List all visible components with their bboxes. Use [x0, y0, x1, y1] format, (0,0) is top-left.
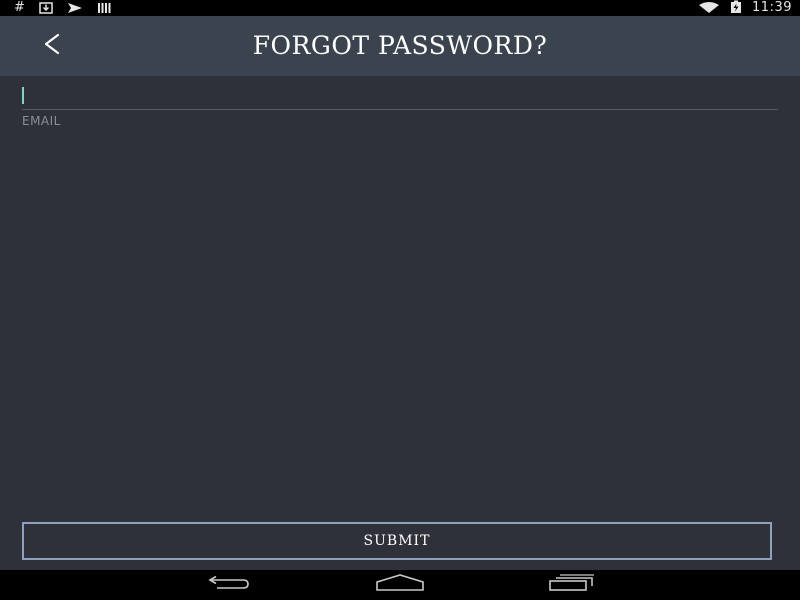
home-nav-button[interactable]	[370, 573, 430, 597]
page-title: FORGOT PASSWORD?	[252, 31, 548, 60]
back-nav-icon	[205, 575, 251, 595]
recents-nav-button[interactable]	[542, 573, 602, 597]
status-right-icons: 11:39	[698, 0, 792, 16]
forgot-password-form: EMAIL	[0, 76, 800, 570]
status-left-icons: #	[14, 0, 113, 16]
barcode-icon	[97, 0, 113, 18]
back-button[interactable]	[28, 22, 76, 70]
email-label: EMAIL	[22, 114, 61, 128]
navigation-bar	[0, 570, 800, 600]
back-nav-button[interactable]	[198, 573, 258, 597]
recents-nav-icon	[548, 574, 596, 596]
chevron-left-icon	[40, 32, 64, 60]
email-field[interactable]	[22, 84, 778, 108]
email-field-container	[22, 84, 778, 110]
home-nav-icon	[375, 574, 425, 596]
send-icon	[67, 0, 83, 18]
app-bar: FORGOT PASSWORD?	[0, 16, 800, 76]
battery-charging-icon	[730, 0, 742, 18]
wifi-icon	[698, 0, 720, 18]
status-bar: # 11:39	[0, 0, 800, 16]
status-time: 11:39	[752, 0, 792, 15]
submit-button[interactable]: SUBMIT	[22, 522, 772, 560]
hash-icon: #	[14, 0, 25, 15]
download-icon	[39, 0, 53, 18]
